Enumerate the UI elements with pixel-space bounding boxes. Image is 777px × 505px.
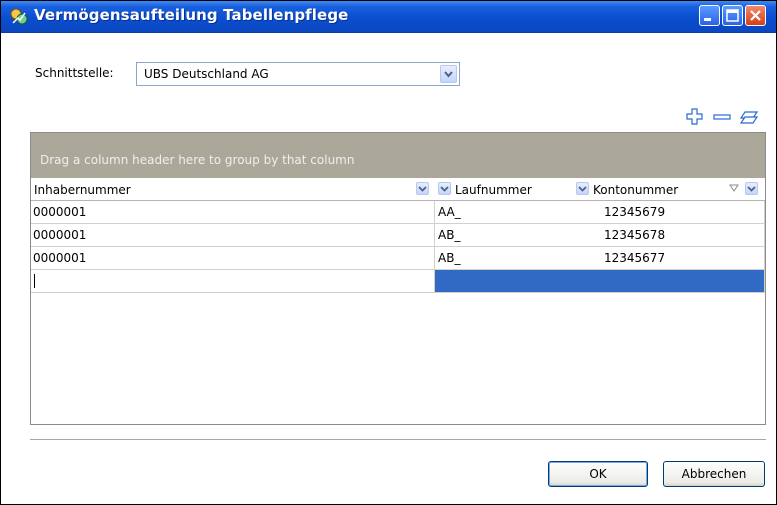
column-header-label: Laufnummer: [455, 183, 532, 197]
interface-dropdown-button[interactable]: [440, 65, 457, 83]
cell-laufnummer[interactable]: AA_: [438, 205, 461, 219]
title-bar[interactable]: Vermögensaufteilung Tabellenpflege: [1, 1, 776, 33]
cell-laufnummer[interactable]: AB_: [438, 228, 460, 242]
interface-select-value: UBS Deutschland AG: [144, 67, 269, 81]
cell-inhabernummer[interactable]: 0000001: [33, 205, 86, 219]
chevron-down-icon: [418, 186, 427, 192]
minimize-button[interactable]: [699, 5, 720, 26]
column-divider: [434, 201, 435, 292]
cell-kontonummer[interactable]: 12345678: [604, 228, 665, 242]
data-grid[interactable]: Drag a column header here to group by th…: [30, 132, 766, 425]
add-icon[interactable]: [685, 107, 705, 127]
cell-kontonummer[interactable]: 12345679: [604, 205, 665, 219]
selected-cell[interactable]: [435, 270, 765, 292]
column-header-label: Kontonummer: [593, 183, 679, 197]
interface-label: Schnittstelle:: [35, 66, 114, 80]
column-divider: [764, 201, 765, 292]
app-icon: [10, 8, 28, 25]
cell-laufnummer[interactable]: AB_: [438, 251, 460, 265]
window-title: Vermögensaufteilung Tabellenpflege: [34, 6, 349, 24]
column-filter-button[interactable]: [416, 182, 429, 195]
maximize-button[interactable]: [722, 5, 743, 26]
close-icon: [750, 10, 761, 21]
footer-divider: [30, 439, 766, 440]
remove-icon[interactable]: [712, 107, 732, 127]
table-row[interactable]: 0000001 AB_ 12345678: [31, 224, 765, 247]
maximize-icon: [726, 9, 739, 22]
table-row[interactable]: 0000001 AB_ 12345677: [31, 247, 765, 270]
cell-inhabernummer[interactable]: 0000001: [33, 251, 86, 265]
column-header-inhabernummer[interactable]: Inhabernummer: [31, 179, 435, 200]
text-cursor: [34, 274, 35, 288]
dialog-window: Vermögensaufteilung Tabellenpflege Schni…: [0, 0, 777, 505]
cell-kontonummer[interactable]: 12345677: [604, 251, 665, 265]
column-filter-button[interactable]: [576, 182, 589, 195]
cell-inhabernummer[interactable]: 0000001: [33, 228, 86, 242]
minimize-icon: [704, 18, 711, 21]
cancel-button[interactable]: Abbrechen: [663, 461, 765, 487]
chevron-down-icon: [444, 71, 453, 78]
grid-header: Inhabernummer Laufnummer Kontonummer: [31, 179, 765, 201]
column-filter-button[interactable]: [438, 182, 451, 195]
column-header-kontonummer[interactable]: Kontonummer: [573, 179, 765, 200]
table-row[interactable]: 0000001 AA_ 12345679: [31, 201, 765, 224]
chevron-down-icon: [578, 186, 587, 192]
ok-button[interactable]: OK: [548, 461, 648, 487]
chevron-down-icon: [440, 186, 449, 192]
filter-icon[interactable]: [729, 183, 739, 193]
new-row[interactable]: [31, 270, 765, 293]
column-filter-button[interactable]: [745, 182, 758, 195]
close-button[interactable]: [745, 5, 766, 26]
group-by-hint: Drag a column header here to group by th…: [40, 153, 355, 167]
chevron-down-icon: [747, 186, 756, 192]
group-by-panel[interactable]: Drag a column header here to group by th…: [31, 133, 765, 178]
edit-icon[interactable]: [739, 107, 759, 127]
interface-select[interactable]: UBS Deutschland AG: [136, 62, 460, 86]
column-header-label: Inhabernummer: [34, 183, 131, 197]
